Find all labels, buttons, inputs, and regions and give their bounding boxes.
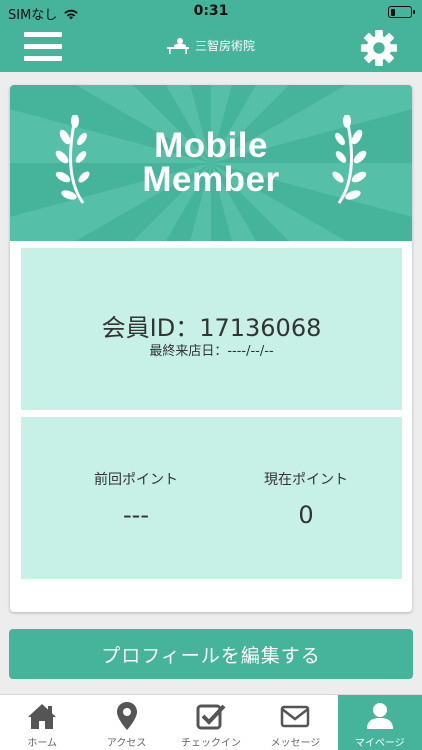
tab-label: チェックイン — [180, 738, 241, 749]
current-points-value: 0 — [298, 501, 314, 529]
current-points: 現在ポイント 0 — [231, 469, 381, 529]
user-icon — [366, 703, 393, 729]
tab-message[interactable]: メッセージ — [253, 695, 337, 750]
home-icon — [28, 704, 57, 729]
tab-access[interactable]: アクセス — [84, 695, 168, 750]
previous-points: 前回ポイント --- — [61, 469, 211, 529]
member-id-panel: 会員ID：17136068 最終来店日：----/--/-- — [21, 248, 402, 410]
battery-icon — [388, 6, 415, 18]
massage-bed-icon — [167, 38, 189, 54]
points-panel: 前回ポイント --- 現在ポイント 0 — [21, 417, 402, 579]
member-id: 会員ID：17136068 — [101, 314, 322, 342]
tab-label: アクセス — [106, 738, 147, 749]
tab-label: マイページ — [354, 738, 405, 749]
tab-checkin[interactable]: チェックイン — [169, 695, 253, 750]
tab-mypage[interactable]: マイページ — [337, 695, 422, 750]
tab-label: ホーム — [27, 738, 58, 749]
clock: 0:31 — [193, 3, 229, 19]
status-bar: SIMなし 0:31 — [0, 0, 422, 24]
current-points-label: 現在ポイント — [264, 472, 348, 488]
map-pin-icon — [116, 702, 137, 730]
clinic-logo: 三智房術院 — [165, 36, 255, 54]
settings-gear-icon[interactable] — [360, 29, 398, 67]
member-banner: Mobile Member — [10, 85, 412, 241]
battery-level — [390, 8, 395, 16]
hamburger-menu-button[interactable] — [24, 30, 62, 64]
last-visit-date: 最終来店日：----/--/-- — [149, 344, 274, 359]
laurel-right-icon — [332, 115, 367, 204]
previous-points-label: 前回ポイント — [94, 472, 178, 488]
app-header: 三智房術院 — [0, 24, 422, 72]
tab-home[interactable]: ホーム — [0, 695, 84, 750]
tab-label: メッセージ — [270, 738, 321, 749]
checkbox-icon — [196, 704, 226, 730]
member-card: Mobile Member 会員ID：17136068 最終来店日：----/-… — [10, 85, 412, 612]
previous-points-value: --- — [123, 501, 149, 529]
edit-profile-button[interactable]: プロフィールを編集する — [9, 629, 413, 679]
bottom-tab-bar: ホーム アクセス チェックイン メッセージ マイページ — [0, 694, 422, 750]
logo-text: 三智房術院 — [195, 38, 256, 53]
envelope-icon — [281, 705, 310, 728]
